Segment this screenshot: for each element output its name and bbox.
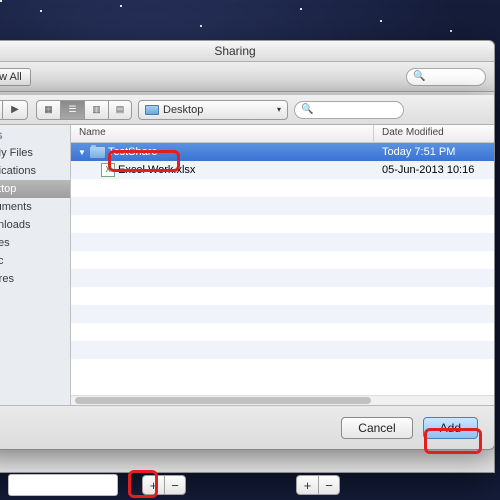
show-all-button[interactable]: ow All	[0, 68, 31, 86]
table-row	[71, 341, 494, 359]
cancel-button[interactable]: Cancel	[341, 417, 412, 439]
xlsx-icon	[101, 163, 115, 177]
horizontal-scrollbar[interactable]	[71, 395, 494, 405]
forward-button[interactable]: ▶	[2, 100, 28, 120]
folders-add-remove: + −	[142, 474, 186, 496]
sidebar: TES ll My Files pplications esktop ocume…	[0, 125, 71, 405]
search-icon: 🔍	[413, 71, 425, 82]
sheet-search[interactable]: 🔍	[294, 101, 404, 119]
sidebar-item-all-my-files[interactable]: ll My Files	[0, 144, 70, 162]
table-row	[71, 233, 494, 251]
location-popup[interactable]: Desktop ▾	[138, 100, 288, 120]
desktop-icon	[145, 105, 159, 115]
file-rows: ▼ TestShare Today 7:51 PM Excel Work.xls…	[71, 143, 494, 395]
table-row	[71, 197, 494, 215]
disclosure-triangle-icon[interactable]: ▼	[77, 148, 87, 157]
search-icon: 🔍	[301, 104, 313, 115]
sidebar-favorites-header: TES	[0, 125, 70, 144]
file-name: TestShare	[108, 146, 158, 158]
sheet-body: TES ll My Files pplications esktop ocume…	[0, 125, 494, 405]
nav-buttons: ◀ ▶	[0, 100, 28, 120]
table-row[interactable]: ▼ TestShare Today 7:51 PM	[71, 143, 494, 161]
file-listing: Name Date Modified ▼ TestShare Today 7:5…	[71, 125, 494, 405]
shared-folder-well	[8, 474, 118, 496]
users-add-remove: + −	[296, 474, 340, 496]
table-row	[71, 323, 494, 341]
table-row	[71, 305, 494, 323]
add-user-button[interactable]: +	[296, 475, 318, 495]
bottom-controls: + − + −	[0, 474, 500, 496]
sidebar-item-documents[interactable]: ocuments	[0, 198, 70, 216]
column-headers: Name Date Modified	[71, 125, 494, 143]
window-title: Sharing	[214, 44, 255, 58]
table-row	[71, 179, 494, 197]
remove-folder-button[interactable]: −	[164, 475, 186, 495]
column-date-modified[interactable]: Date Modified	[374, 125, 494, 142]
table-row	[71, 269, 494, 287]
file-chooser-sheet: ◀ ▶ ▦ ☰ ▥ ▤ Desktop ▾ 🔍 TES ll My Files …	[0, 95, 495, 450]
scrollbar-thumb[interactable]	[75, 397, 371, 404]
list-view-button[interactable]: ☰	[60, 100, 84, 120]
sidebar-item-applications[interactable]: pplications	[0, 162, 70, 180]
sidebar-item-downloads[interactable]: ownloads	[0, 216, 70, 234]
preferences-search[interactable]: 🔍	[406, 68, 486, 86]
icon-view-button[interactable]: ▦	[36, 100, 60, 120]
sidebar-item-movies[interactable]: ovies	[0, 234, 70, 252]
table-row[interactable]: Excel Work.xlsx 05-Jun-2013 10:16	[71, 161, 494, 179]
folder-icon	[90, 147, 105, 158]
table-row	[71, 215, 494, 233]
window-titlebar: Sharing	[0, 41, 494, 62]
table-row	[71, 359, 494, 377]
file-name: Excel Work.xlsx	[118, 164, 195, 176]
table-row	[71, 287, 494, 305]
file-date: Today 7:51 PM	[374, 146, 494, 158]
sheet-toolbar: ◀ ▶ ▦ ☰ ▥ ▤ Desktop ▾ 🔍	[0, 95, 494, 125]
coverflow-view-button[interactable]: ▤	[108, 100, 132, 120]
view-mode-buttons: ▦ ☰ ▥ ▤	[36, 100, 132, 120]
column-name[interactable]: Name	[71, 125, 374, 142]
table-row	[71, 251, 494, 269]
add-folder-button[interactable]: +	[142, 475, 164, 495]
file-date: 05-Jun-2013 10:16	[374, 164, 494, 176]
preferences-toolbar: ow All 🔍	[0, 62, 494, 92]
remove-user-button[interactable]: −	[318, 475, 340, 495]
column-view-button[interactable]: ▥	[84, 100, 108, 120]
location-label: Desktop	[163, 104, 203, 116]
sheet-footer: Cancel Add	[0, 405, 494, 449]
sidebar-item-pictures[interactable]: ctures	[0, 270, 70, 288]
sidebar-item-music[interactable]: usic	[0, 252, 70, 270]
sidebar-item-desktop[interactable]: esktop	[0, 180, 70, 198]
add-button[interactable]: Add	[423, 417, 478, 439]
chevron-down-icon: ▾	[277, 105, 281, 114]
